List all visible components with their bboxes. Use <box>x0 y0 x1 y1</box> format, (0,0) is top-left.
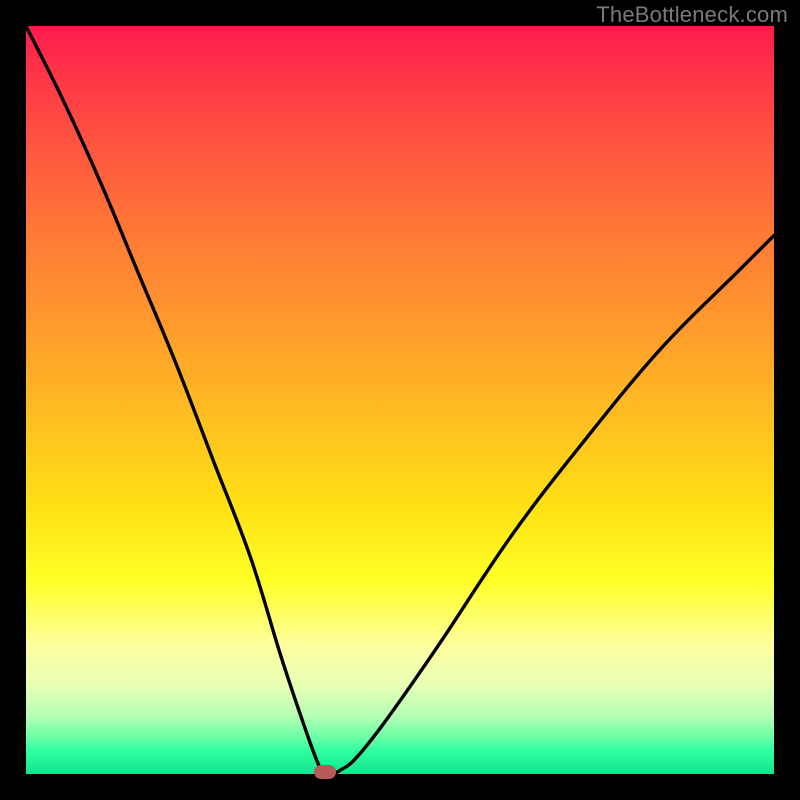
optimal-marker <box>314 765 336 779</box>
chart-frame: TheBottleneck.com <box>0 0 800 800</box>
bottleneck-curve <box>26 26 774 774</box>
watermark-label: TheBottleneck.com <box>596 2 788 28</box>
plot-area <box>26 26 774 774</box>
